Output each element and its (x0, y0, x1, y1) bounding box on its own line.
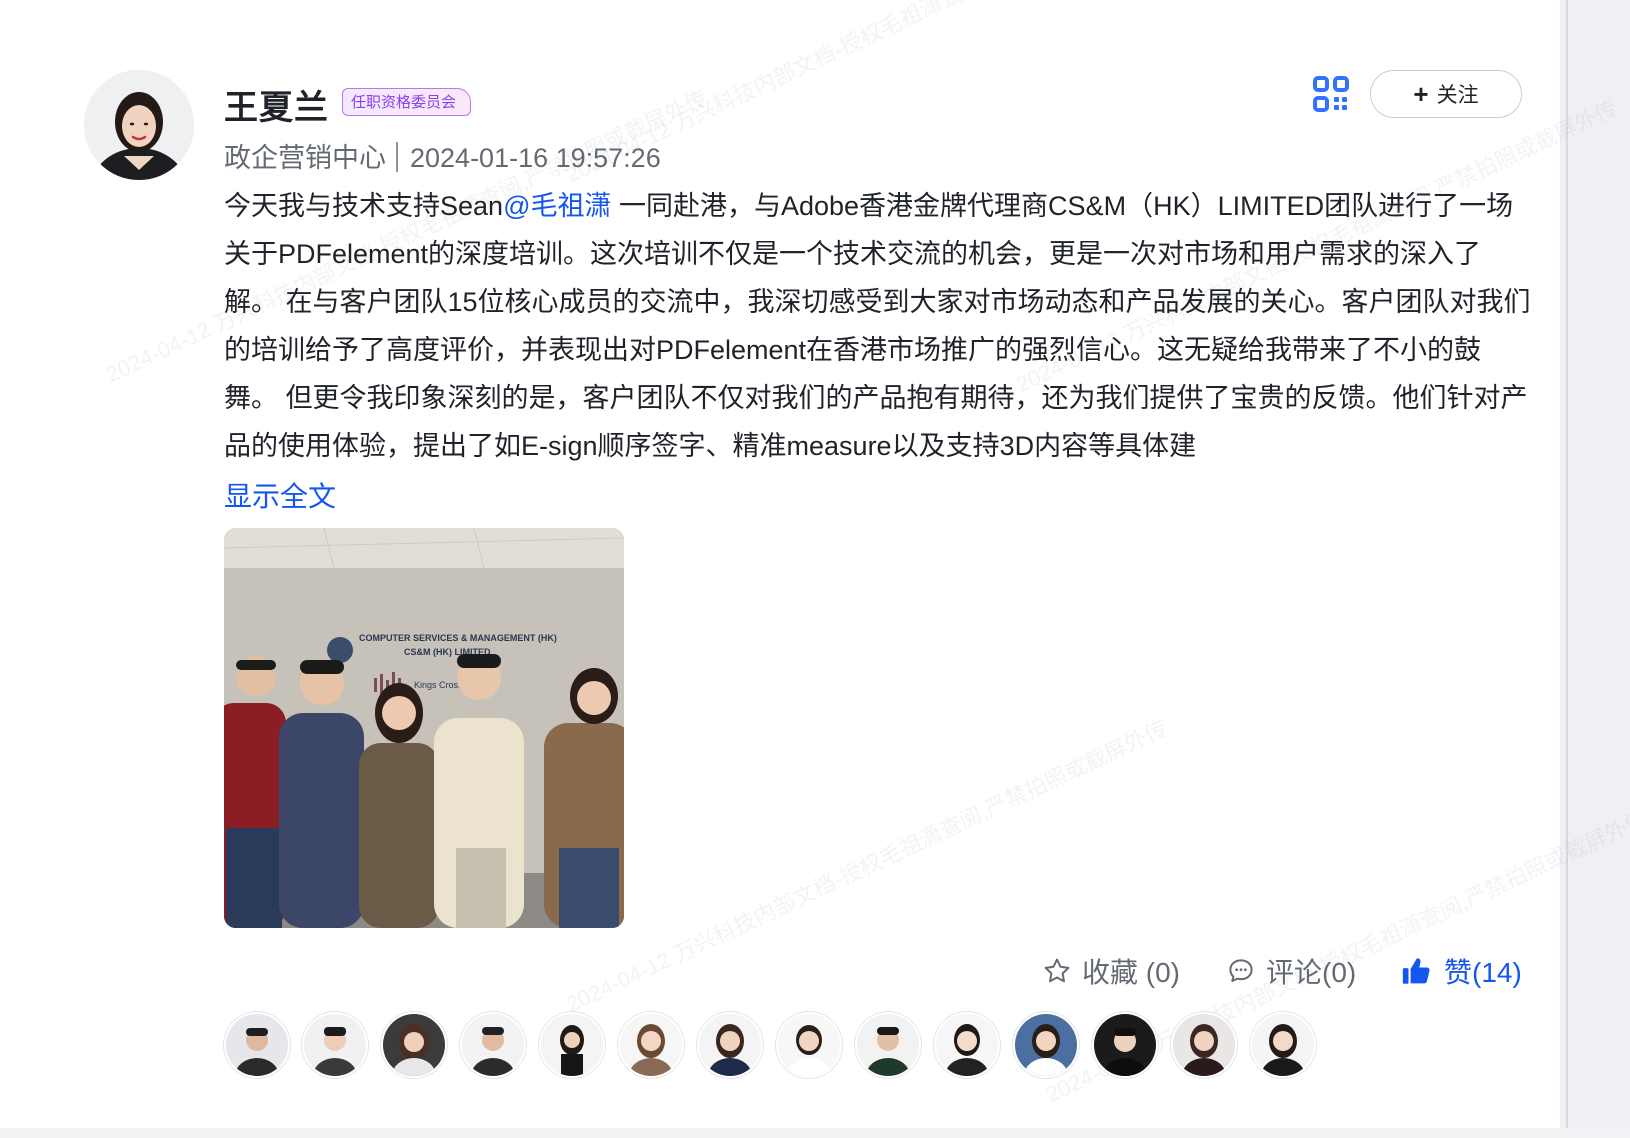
liker-avatar[interactable] (1171, 1012, 1237, 1078)
show-all-link[interactable]: 显示全文 (224, 475, 336, 515)
liker-avatar[interactable] (1013, 1012, 1079, 1078)
author-avatar[interactable] (84, 70, 194, 180)
avatar-image (226, 1014, 288, 1076)
liker-avatar[interactable] (539, 1012, 605, 1078)
liker-avatar[interactable] (776, 1012, 842, 1078)
qr-code-button[interactable] (1312, 75, 1350, 113)
avatar-image (1252, 1014, 1314, 1076)
photo-sign-line1: COMPUTER SERVICES & MANAGEMENT (HK) (359, 633, 557, 643)
liker-avatar[interactable] (618, 1012, 684, 1078)
thumbs-up-icon (1402, 958, 1430, 984)
avatar-image (699, 1014, 761, 1076)
liker-avatar[interactable] (1092, 1012, 1158, 1078)
liker-avatar[interactable] (460, 1012, 526, 1078)
comment-button[interactable]: 评论(0) (1226, 950, 1356, 992)
liker-avatar[interactable] (381, 1012, 447, 1078)
meta-separator (396, 142, 398, 172)
bottom-divider (0, 1128, 1630, 1138)
post-meta: 政企营销中心 2024-01-16 19:57:26 (224, 136, 661, 175)
liker-avatar[interactable] (1250, 1012, 1316, 1078)
liker-avatar[interactable] (855, 1012, 921, 1078)
avatar-image (778, 1014, 840, 1076)
like-button[interactable]: 赞(14) (1400, 950, 1522, 992)
follow-button[interactable]: + 关注 (1370, 70, 1522, 118)
author-name[interactable]: 王夏兰 (224, 80, 329, 129)
post-timestamp: 2024-01-16 19:57:26 (410, 143, 661, 173)
favorite-button[interactable]: 收藏 (0) (1042, 950, 1180, 992)
qr-code-icon (1313, 76, 1349, 112)
post-text-start: 今天我与技术支持Sean (224, 191, 504, 221)
mention-link[interactable]: @毛祖潇 (503, 191, 611, 221)
avatar-image (936, 1014, 998, 1076)
avatar-image (1094, 1014, 1156, 1076)
post-photo[interactable]: COMPUTER SERVICES & MANAGEMENT (HK) CS&M… (224, 528, 624, 928)
right-sidebar-strip (1560, 0, 1630, 1138)
liker-avatar[interactable] (697, 1012, 763, 1078)
post-text-rest: 一同赴港，与Adobe香港金牌代理商CS&M（HK）LIMITED团队进行了一场… (224, 191, 1531, 461)
liker-avatar[interactable] (302, 1012, 368, 1078)
role-badge: 任职资格委员会 (342, 88, 472, 116)
avatar-image (383, 1014, 445, 1076)
avatar-image (462, 1014, 524, 1076)
avatar-image (1015, 1014, 1077, 1076)
author-department: 政企营销中心 (224, 143, 386, 173)
comment-icon (1229, 959, 1253, 982)
favorite-label: 收藏 (0) (1082, 957, 1181, 988)
liker-avatar[interactable] (224, 1012, 290, 1078)
author-avatar-image (84, 70, 194, 180)
plus-icon: + (1413, 79, 1429, 109)
post-body: 今天我与技术支持Sean@毛祖潇 一同赴港，与Adobe香港金牌代理商CS&M（… (224, 182, 1534, 470)
avatar-image (1173, 1014, 1235, 1076)
comment-label: 评论(0) (1266, 957, 1357, 988)
avatar-image (541, 1014, 603, 1076)
avatar-image (304, 1014, 366, 1076)
follow-label: 关注 (1436, 84, 1479, 107)
liker-avatar[interactable] (934, 1012, 1000, 1078)
avatar-image (857, 1014, 919, 1076)
like-label: 赞(14) (1444, 957, 1522, 988)
group-photo-image: COMPUTER SERVICES & MANAGEMENT (HK) CS&M… (224, 528, 624, 928)
right-divider (1566, 0, 1568, 1138)
avatar-image (620, 1014, 682, 1076)
star-icon (1044, 958, 1070, 983)
